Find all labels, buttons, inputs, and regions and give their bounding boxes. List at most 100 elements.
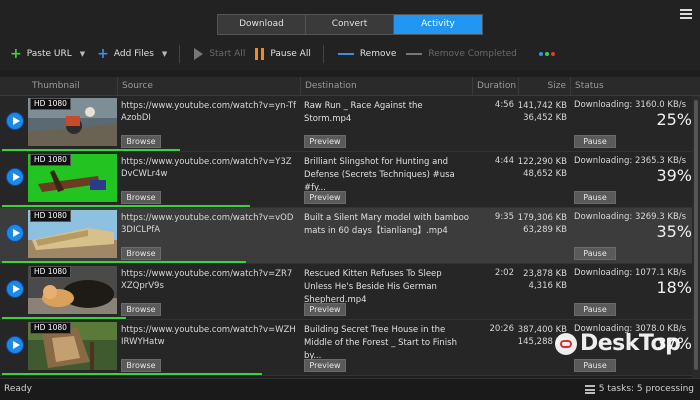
tab-activity[interactable]: Activity (394, 15, 482, 34)
more-options-icon[interactable] (538, 52, 557, 56)
download-status: Downloading: 1077.1 KB/s (574, 268, 687, 278)
play-icon[interactable] (6, 224, 24, 242)
play-icon[interactable] (6, 280, 24, 298)
preview-button[interactable]: Preview (304, 359, 346, 372)
progress-bar (2, 261, 246, 263)
video-thumbnail: HD 1080 (28, 210, 117, 258)
quality-badge: HD 1080 (30, 154, 71, 166)
remove-label: Remove (359, 49, 397, 59)
duration: 2:02 (494, 268, 514, 278)
progress-percent: 18% (656, 278, 692, 297)
quality-badge: HD 1080 (30, 98, 71, 110)
download-status: Downloading: 3160.0 KB/s (574, 100, 687, 110)
destination-filename: Building Secret Tree House in the Middle… (304, 325, 457, 361)
task-count: 5 tasks: 5 processing (598, 384, 694, 394)
destination-filename: Rescued Kitten Refuses To Sleep Unless H… (304, 269, 442, 305)
top-bar: Download Convert Activity (0, 0, 700, 38)
add-files-button[interactable]: + Add Files ▼ (97, 44, 167, 64)
play-icon[interactable] (6, 168, 24, 186)
task-summary[interactable]: 5 tasks: 5 processing (584, 384, 694, 394)
preview-button[interactable]: Preview (304, 303, 346, 316)
source-url: https://www.youtube.com/watch?v=yn-TfAzo… (121, 101, 297, 123)
column-source[interactable]: Source (117, 77, 153, 96)
plus-icon: + (10, 46, 22, 62)
remove-button[interactable]: Remove (337, 44, 397, 64)
minus-icon (337, 53, 354, 55)
pause-button[interactable]: Pause (574, 359, 616, 372)
add-files-label: Add Files (113, 49, 154, 59)
destination-filename: Raw Run _ Race Against the Storm.mp4 (304, 101, 423, 124)
chevron-down-icon[interactable]: ▼ (162, 50, 167, 58)
duration: 4:56 (494, 100, 514, 110)
file-size: 141,742 KB 36,452 KB (514, 100, 567, 124)
progress-percent: 35% (656, 222, 692, 241)
table-row[interactable]: HD 1080 https://www.youtube.com/watch?v=… (0, 208, 692, 264)
tab-convert[interactable]: Convert (306, 15, 394, 34)
pause-button[interactable]: Pause (574, 191, 616, 204)
video-thumbnail: HD 1080 (28, 154, 117, 202)
size-downloaded: 36,452 KB (523, 113, 567, 123)
quality-badge: HD 1080 (30, 266, 71, 278)
download-status: Downloading: 3269.3 KB/s (574, 212, 687, 222)
pause-all-label: Pause All (270, 49, 311, 59)
paste-url-button[interactable]: + Paste URL ▼ (10, 44, 85, 64)
size-downloaded: 4,316 KB (528, 281, 567, 291)
play-icon[interactable] (6, 336, 24, 354)
size-downloaded: 48,652 KB (523, 169, 567, 179)
tab-download[interactable]: Download (218, 15, 306, 34)
start-all-label: Start All (209, 49, 246, 59)
table-row[interactable]: HD 1080 https://www.youtube.com/watch?v=… (0, 96, 692, 152)
pause-button[interactable]: Pause (574, 247, 616, 260)
file-size: 122,290 KB 48,652 KB (514, 156, 567, 180)
download-status: Downloading: 2365.3 KB/s (574, 156, 687, 166)
source-url: https://www.youtube.com/watch?v=vOD3DICL… (121, 213, 294, 235)
pause-button[interactable]: Pause (574, 135, 616, 148)
source-url: https://www.youtube.com/watch?v=ZR7XZQpr… (121, 269, 293, 291)
menu-icon[interactable] (680, 9, 692, 19)
browse-button[interactable]: Browse (121, 135, 161, 148)
table-header: Thumbnail Source Destination Duration Si… (0, 77, 700, 96)
vertical-scrollbar[interactable] (692, 96, 700, 378)
play-icon (194, 48, 204, 60)
column-size[interactable]: Size (518, 77, 570, 96)
minus-icon (406, 53, 423, 55)
progress-percent: 25% (656, 110, 692, 129)
play-icon[interactable] (6, 112, 24, 130)
plus-icon: + (97, 46, 109, 62)
column-destination[interactable]: Destination (300, 77, 357, 96)
size-total: 179,306 KB (517, 213, 567, 223)
toolbar: + Paste URL ▼ + Add Files ▼ Start All Pa… (0, 38, 700, 70)
chevron-down-icon[interactable]: ▼ (80, 50, 85, 58)
column-duration[interactable]: Duration (472, 77, 516, 96)
pause-button[interactable]: Pause (574, 303, 616, 316)
table-row[interactable]: HD 1080 https://www.youtube.com/watch?v=… (0, 152, 692, 208)
paste-url-label: Paste URL (26, 49, 72, 59)
column-thumbnail: Thumbnail (32, 81, 80, 91)
browse-button[interactable]: Browse (121, 191, 161, 204)
toolbar-divider (179, 45, 181, 63)
size-total: 122,290 KB (517, 157, 567, 167)
progress-bar (2, 317, 126, 319)
pause-all-button[interactable]: Pause All (255, 44, 311, 64)
progress-bar (2, 149, 180, 151)
browse-button[interactable]: Browse (121, 303, 161, 316)
source-url: https://www.youtube.com/watch?v=WZHIRWYH… (121, 325, 296, 347)
list-icon (584, 384, 595, 394)
preview-button[interactable]: Preview (304, 191, 346, 204)
preview-button[interactable]: Preview (304, 135, 346, 148)
ready-status: Ready (4, 384, 32, 394)
column-status[interactable]: Status (570, 77, 604, 96)
table-row[interactable]: HD 1080 https://www.youtube.com/watch?v=… (0, 264, 692, 320)
remove-completed-label: Remove Completed (428, 49, 517, 59)
status-bar: Ready 5 tasks: 5 processing (0, 378, 700, 400)
remove-completed-button[interactable]: Remove Completed (406, 44, 517, 64)
source-url: https://www.youtube.com/watch?v=Y3ZDvCWL… (121, 157, 292, 179)
start-all-button[interactable]: Start All (194, 44, 245, 64)
video-thumbnail: HD 1080 (28, 322, 117, 370)
video-thumbnail: HD 1080 (28, 266, 117, 314)
pause-icon (255, 48, 265, 60)
browse-button[interactable]: Browse (121, 359, 161, 372)
browse-button[interactable]: Browse (121, 247, 161, 260)
watermark-icon (555, 332, 577, 355)
destination-filename: Built a Silent Mary model with bamboo ma… (304, 213, 470, 236)
